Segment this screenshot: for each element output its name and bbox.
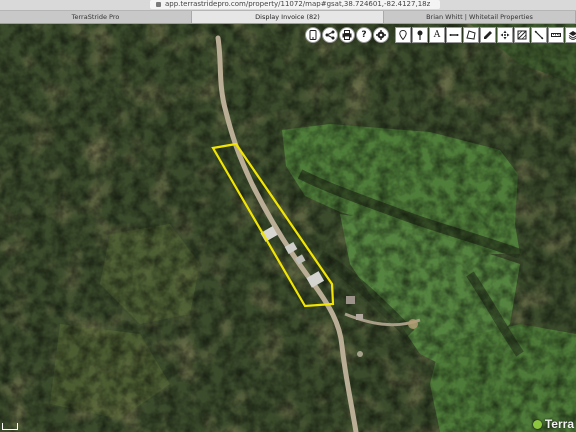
tab-whitetail-properties[interactable]: Brian Whitt | Whitetail Properties: [384, 11, 576, 23]
dirt-patch: [357, 351, 363, 357]
neighbor-house: [356, 314, 363, 320]
dirt-patch: [408, 319, 418, 329]
layers-icon[interactable]: [565, 27, 576, 43]
tab-display-invoice[interactable]: Display Invoice (82): [192, 11, 384, 23]
polygon-icon[interactable]: [463, 27, 479, 43]
lock-icon: [156, 2, 161, 7]
marker-icon[interactable]: [395, 27, 411, 43]
measure-icon[interactable]: [531, 27, 547, 43]
pin-icon[interactable]: [412, 27, 428, 43]
satellite-map[interactable]: Terra: [0, 24, 576, 432]
line-icon[interactable]: [446, 27, 462, 43]
logo-text: Terra: [544, 417, 574, 431]
toolbar-separator: [390, 27, 394, 44]
address-field[interactable]: app.terrastridepro.com/property/11072/ma…: [150, 0, 440, 9]
help-icon[interactable]: ?: [356, 27, 372, 43]
edit-icon[interactable]: [480, 27, 496, 43]
print-icon[interactable]: [339, 27, 355, 43]
fill-icon[interactable]: [514, 27, 530, 43]
tab-terrastride[interactable]: TerraStride Pro: [0, 11, 192, 23]
terrain-texture: [0, 24, 576, 432]
globe-icon: [532, 419, 542, 429]
mobile-icon[interactable]: [305, 27, 321, 43]
share-icon[interactable]: [322, 27, 338, 43]
map-toolbar: ? A: [305, 27, 576, 44]
terrastride-logo: Terra: [529, 416, 576, 432]
settings-icon[interactable]: [373, 27, 389, 43]
ruler-icon[interactable]: [548, 27, 564, 43]
map-canvas: [0, 24, 576, 432]
browser-url-bar: app.terrastridepro.com/property/11072/ma…: [0, 0, 576, 11]
text-icon[interactable]: A: [429, 27, 445, 43]
move-icon[interactable]: [497, 27, 513, 43]
neighbor-house: [346, 296, 355, 304]
browser-tab-bar: TerraStride Pro Display Invoice (82) Bri…: [0, 11, 576, 24]
scale-bar: [2, 423, 18, 430]
address-text: app.terrastridepro.com/property/11072/ma…: [165, 0, 431, 8]
